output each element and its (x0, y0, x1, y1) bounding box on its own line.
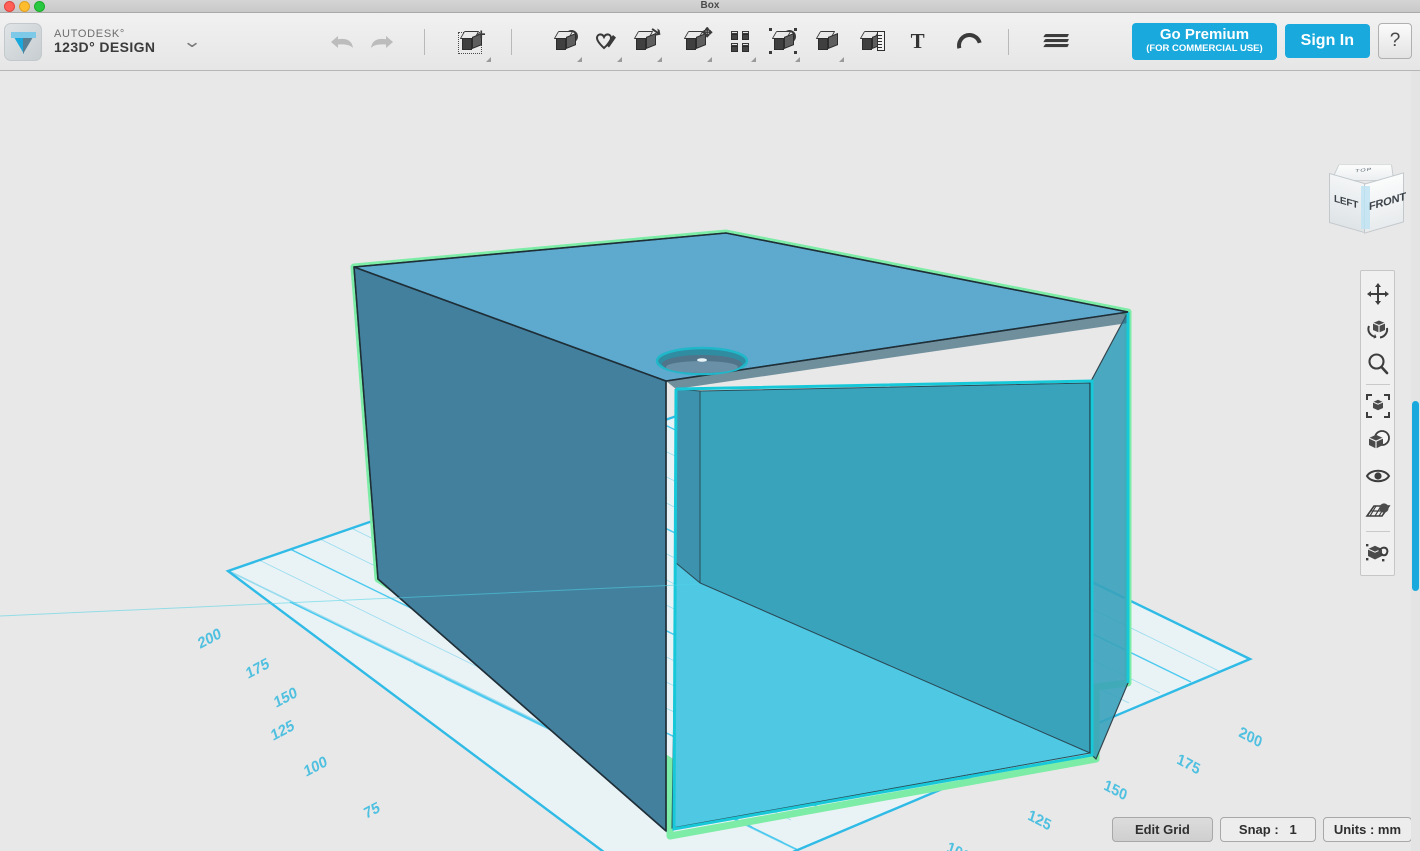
zoom-magnifier-icon (1367, 352, 1388, 374)
grid-plane-icon (1364, 502, 1391, 517)
flyout-corner-icon (838, 56, 844, 62)
redo-button[interactable] (362, 18, 402, 66)
flyout-corner-icon (794, 56, 800, 62)
app-root: Box AUTODESK° 123D° DESIGN ⌄ + ➔ ✥ T Go … (0, 0, 1420, 851)
vertical-scrollbar-track[interactable] (1411, 71, 1420, 851)
go-premium-button[interactable]: Go Premium (FOR COMMERCIAL USE) (1132, 23, 1277, 60)
text-tool-icon: T (910, 29, 925, 53)
axis-label-left-0: 200 (196, 625, 223, 653)
navigation-toolbar (1360, 270, 1395, 576)
window-titlebar: Box (0, 0, 1420, 13)
axis-label-left-2: 150 (272, 684, 299, 712)
navbar-divider (1365, 384, 1390, 385)
view-cube[interactable]: TOP LEFT FRONT (1325, 159, 1410, 237)
tool-grouping-button[interactable] (764, 18, 804, 66)
tool-sketch-button[interactable] (586, 18, 626, 66)
box-face-right (1089, 311, 1129, 761)
autodesk-123d-logo-icon[interactable] (4, 22, 42, 61)
flyout-corner-icon (616, 56, 622, 62)
tool-materials-button[interactable] (1037, 18, 1077, 66)
brand-line-product: 123D° DESIGN (54, 38, 156, 55)
axis-label-left-1: 175 (244, 655, 271, 683)
magnet-snap-icon (954, 31, 978, 53)
pattern-grid-icon (730, 30, 750, 53)
nav-pan-button[interactable] (1361, 276, 1394, 311)
sign-in-button[interactable]: Sign In (1284, 24, 1370, 59)
history-group (322, 18, 402, 66)
construct-extrude-icon: ➔ (633, 22, 665, 53)
combine-solid-icon (815, 30, 839, 53)
tool-snap-button[interactable] (946, 18, 986, 66)
pan-move-icon (1366, 282, 1389, 305)
status-bar: Edit Grid Snap : 1 Units : mm (0, 815, 1420, 851)
snap-field[interactable]: Snap : 1 (1219, 817, 1316, 842)
eye-visibility-icon (1365, 469, 1390, 482)
measure-ruler-icon (859, 30, 885, 53)
tool-pattern-button[interactable] (720, 18, 760, 66)
undo-arrow-icon (330, 35, 353, 48)
flyout-corner-icon (706, 56, 712, 62)
top-circular-hole[interactable] (655, 346, 749, 376)
chevron-down-icon[interactable]: ⌄ (183, 32, 203, 52)
box-inner-wall-left (675, 388, 701, 585)
modify-move-icon: ✥ (683, 26, 713, 53)
nav-snap-settings-button[interactable] (1361, 535, 1394, 570)
flyout-corner-icon (656, 56, 662, 62)
units-selector[interactable]: Units : mm (1322, 817, 1412, 842)
shading-cube-icon (1368, 429, 1390, 448)
go-premium-title: Go Premium (1159, 26, 1250, 44)
snap-cube-icon (1365, 543, 1388, 561)
nav-zoom-button[interactable] (1361, 346, 1394, 381)
navbar-divider-2 (1365, 531, 1390, 532)
sketch-pencil-icon (595, 33, 616, 49)
redo-arrow-icon (370, 35, 393, 48)
new-primitive-icon: + (457, 27, 486, 54)
tool-primitives-button[interactable] (546, 18, 586, 66)
edit-grid-button[interactable]: Edit Grid (1111, 817, 1213, 842)
go-premium-subtitle: (FOR COMMERCIAL USE) (1146, 43, 1263, 55)
tool-text-button[interactable]: T (898, 18, 938, 66)
nav-shading-button[interactable] (1361, 423, 1394, 458)
undo-button[interactable] (322, 18, 362, 66)
orbit-rotate-icon (1366, 320, 1388, 339)
flyout-corner-icon (576, 56, 582, 62)
flyout-corner-icon (750, 56, 756, 62)
axis-label-right-0: 200 (1237, 724, 1264, 752)
main-toolbar: AUTODESK° 123D° DESIGN ⌄ + ➔ ✥ T Go Prem… (0, 13, 1420, 71)
tool-combine-button[interactable] (808, 18, 848, 66)
nav-visibility-button[interactable] (1361, 458, 1394, 493)
vertical-scrollbar-thumb[interactable] (1412, 401, 1419, 591)
primitives-icon (553, 29, 578, 53)
axis-label-left-4: 100 (302, 753, 329, 781)
snap-value: 1 (1289, 822, 1297, 837)
fit-to-screen-icon (1365, 393, 1390, 418)
tool-measure-button[interactable] (852, 18, 892, 66)
brand-block: AUTODESK° 123D° DESIGN ⌄ (0, 22, 203, 61)
window-title: Box (700, 0, 720, 11)
toolbar-right-actions: Go Premium (FOR COMMERCIAL USE) Sign In … (1132, 23, 1420, 60)
nav-orbit-button[interactable] (1361, 311, 1394, 346)
axis-label-right-1: 175 (1175, 751, 1202, 779)
nav-fit-button[interactable] (1361, 388, 1394, 423)
nav-grid-button[interactable] (1361, 493, 1394, 528)
tool-modify-button[interactable]: ✥ (676, 18, 716, 66)
scene-svg: 200 175 150 125 100 75 50 200 175 150 12… (0, 229, 1264, 851)
axis-label-right-2: 150 (1102, 777, 1129, 805)
axis-label-left-3: 125 (269, 717, 296, 745)
material-stack-icon (1042, 32, 1070, 52)
help-button[interactable]: ? (1378, 23, 1412, 60)
snap-label: Snap : (1238, 822, 1279, 837)
tool-transform-button[interactable]: + (449, 18, 495, 66)
modeling-tools-group: ➔ ✥ T (546, 18, 986, 66)
tool-construct-button[interactable]: ➔ (626, 18, 666, 66)
flyout-corner-icon (485, 56, 491, 62)
viewport-3d[interactable]: 200 175 150 125 100 75 50 200 175 150 12… (0, 71, 1420, 851)
grouping-combine-icon (768, 27, 797, 54)
